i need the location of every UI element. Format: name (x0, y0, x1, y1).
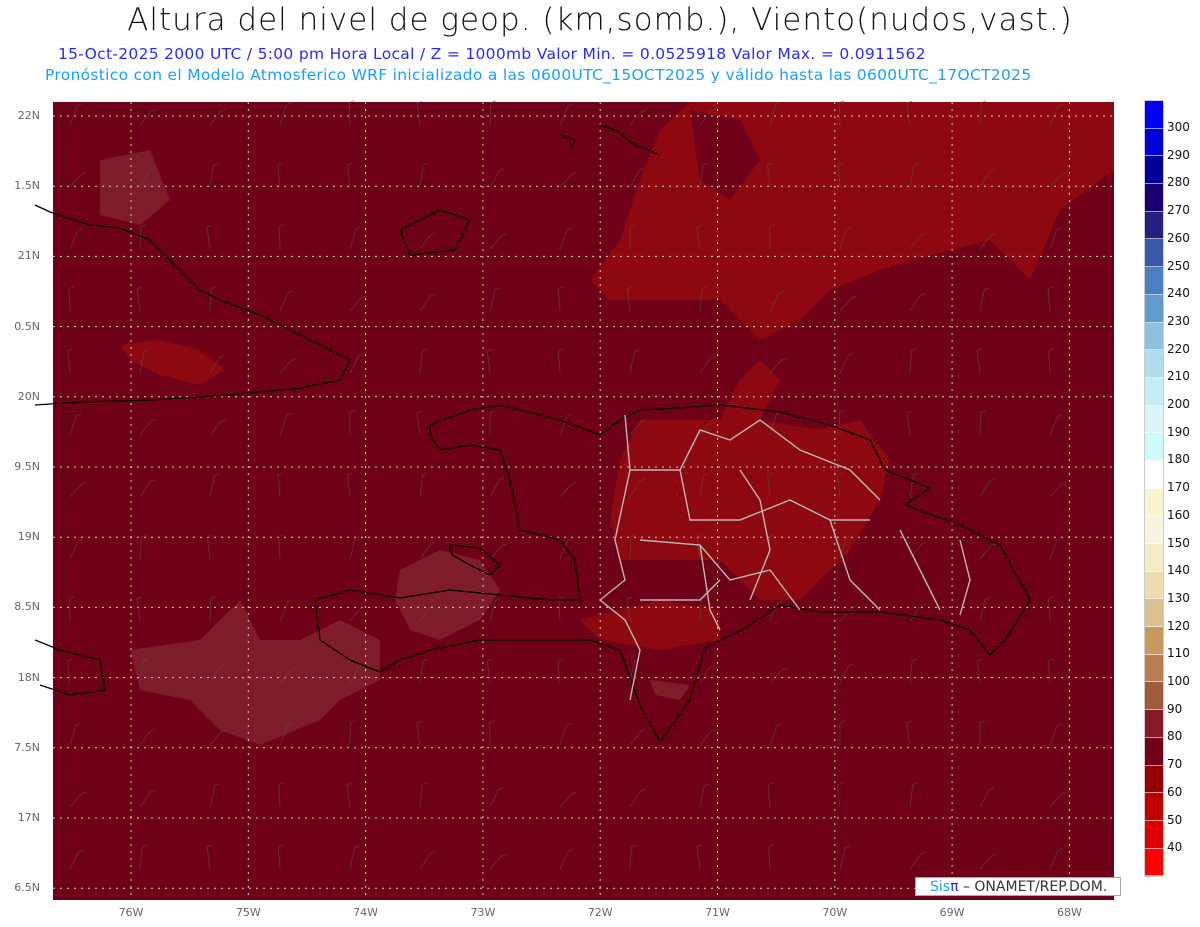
longitude-label: 76W (118, 906, 144, 919)
color-scale-segment (1145, 294, 1163, 323)
color-scale-segment (1145, 267, 1163, 295)
latitude-label: 9.5N (14, 460, 40, 473)
longitude-label: 74W (353, 906, 379, 919)
color-scale-segment (1145, 350, 1163, 378)
color-scale-label: 70 (1167, 757, 1183, 772)
color-scale-label: 60 (1167, 784, 1183, 799)
color-scale-segment (1145, 544, 1163, 572)
color-scale-segment (1145, 433, 1163, 461)
color-scale-segment (1145, 627, 1163, 655)
color-scale-label: 280 (1167, 175, 1190, 190)
color-scale-label: 160 (1167, 507, 1190, 522)
latitude-label: 7.5N (14, 740, 40, 754)
longitude-label: 75W (235, 906, 261, 919)
color-scale-segment (1145, 820, 1163, 849)
longitude-label: 68W (1056, 906, 1082, 919)
latitude-label: 21N (17, 249, 40, 263)
color-scale-label: 100 (1167, 674, 1190, 688)
forecast-map (34, 100, 1114, 900)
latitude-label: 0.5N (14, 319, 40, 333)
color-scale-label: 220 (1167, 341, 1190, 356)
longitude-label: 73W (470, 906, 496, 919)
credit-text: – ONAMET/REP.DOM. (958, 879, 1108, 895)
color-scale-segment (1145, 737, 1163, 766)
latitude-label: 20N (17, 389, 40, 403)
color-scale-label: 240 (1167, 286, 1190, 301)
color-scale-label: 230 (1167, 313, 1190, 328)
color-scale-segment (1145, 239, 1163, 268)
longitude-label: 71W (705, 906, 730, 919)
color-scale-label: 190 (1167, 424, 1190, 439)
color-scale-segment (1145, 765, 1163, 794)
latitude-label: 18N (17, 670, 40, 684)
longitude-label: 72W (587, 906, 613, 919)
color-scale-label: 250 (1167, 258, 1190, 273)
color-scale-segment (1145, 599, 1163, 628)
color-scale-label: 50 (1167, 812, 1183, 827)
color-scale-segment (1145, 211, 1163, 240)
latitude-label: 19N (17, 530, 40, 544)
color-scale-label: 90 (1167, 701, 1183, 716)
color-scale-segment (1145, 405, 1163, 434)
color-scale-label: 80 (1167, 729, 1183, 744)
latitude-label: 1.5N (14, 179, 40, 193)
color-scale-segment (1145, 322, 1163, 351)
color-scale-segment (1145, 101, 1163, 129)
color-scale-label: 180 (1167, 452, 1190, 467)
color-scale-segment (1145, 156, 1163, 185)
color-scale-label: 290 (1167, 147, 1190, 162)
longitude-label: 69W (939, 906, 965, 919)
color-scale-label: 200 (1167, 397, 1190, 411)
color-scale-segment (1145, 710, 1163, 738)
color-scale-segment (1145, 184, 1163, 212)
credit-box: Sisπ – ONAMET/REP.DOM. (915, 877, 1121, 896)
color-scale-label: 300 (1167, 120, 1190, 134)
color-scale-segment (1145, 128, 1163, 157)
color-scale-label: 120 (1167, 618, 1190, 633)
longitude-label: 70W (822, 906, 848, 919)
color-scale-label: 260 (1167, 230, 1190, 245)
color-scale-label: 210 (1167, 369, 1190, 384)
color-scale-label: 170 (1167, 480, 1190, 495)
color-scale-label: 140 (1167, 563, 1190, 578)
sispi-logo-pi: π (950, 879, 959, 895)
color-scale-label: 130 (1167, 590, 1190, 605)
sispi-logo-sis: Sis (930, 879, 951, 895)
color-scale-label: 40 (1167, 840, 1183, 855)
latitude-label: 22N (17, 109, 40, 122)
color-scale-label: 110 (1167, 646, 1190, 661)
color-scale-bar (1144, 100, 1164, 878)
color-scale-label: 150 (1167, 535, 1190, 550)
latitude-label: 6.5N (14, 881, 40, 895)
color-scale-segment (1145, 460, 1163, 489)
color-scale-segment (1145, 377, 1163, 406)
color-scale-segment (1145, 848, 1163, 877)
color-scale-segment (1145, 571, 1163, 600)
color-scale-segment (1145, 682, 1163, 711)
color-scale-segment (1145, 654, 1163, 683)
latitude-label: 8.5N (14, 600, 40, 614)
color-scale-segment (1145, 516, 1163, 544)
color-scale-label: 270 (1167, 203, 1190, 218)
color-scale-segment (1145, 488, 1163, 517)
latitude-label: 17N (17, 811, 40, 824)
color-scale-segment (1145, 793, 1163, 821)
